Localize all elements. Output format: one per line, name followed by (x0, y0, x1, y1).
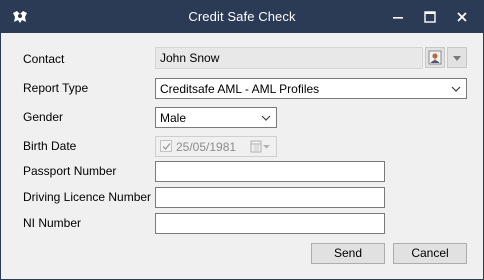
maximize-icon (424, 11, 436, 23)
gender-value: Male (160, 111, 187, 125)
driving-licence-number-label: Driving Licence Number (23, 190, 152, 204)
birth-date-value: 25/05/1981 (176, 140, 237, 154)
calendar-dropdown-icon (250, 140, 270, 153)
passport-number-label: Passport Number (23, 164, 117, 178)
cancel-button[interactable]: Cancel (393, 243, 467, 264)
gender-select[interactable]: Male (155, 107, 277, 128)
chevron-down-icon (451, 86, 461, 92)
contact-lookup-button[interactable] (425, 47, 445, 68)
title-bar[interactable]: Credit Safe Check (1, 1, 483, 33)
maximize-button[interactable] (414, 1, 446, 33)
birth-date-checkbox[interactable] (160, 140, 172, 152)
report-type-select[interactable]: Creditsafe AML - AML Profiles (155, 78, 467, 99)
close-button[interactable] (446, 1, 478, 33)
close-icon (457, 12, 467, 22)
birth-date-picker[interactable]: 25/05/1981 (155, 136, 277, 157)
gender-label: Gender (23, 110, 64, 124)
birth-date-label: Birth Date (23, 139, 77, 153)
minimize-button[interactable] (382, 1, 414, 33)
ni-number-label: NI Number (23, 216, 82, 230)
chevron-down-icon (261, 115, 271, 121)
report-type-value: Creditsafe AML - AML Profiles (160, 82, 320, 96)
passport-number-input[interactable] (155, 161, 385, 182)
driving-licence-number-input[interactable] (155, 187, 385, 208)
minimize-icon (393, 17, 403, 19)
contact-dropdown-button[interactable] (447, 47, 467, 68)
ni-number-input[interactable] (155, 213, 385, 234)
report-type-label: Report Type (23, 81, 89, 95)
contact-card-icon (428, 50, 442, 65)
chevron-down-icon (453, 56, 461, 61)
send-button[interactable]: Send (311, 243, 385, 264)
checkmark-icon (162, 143, 171, 150)
contact-value: John Snow (160, 51, 220, 65)
contact-label: Contact (23, 52, 65, 66)
contact-field[interactable]: John Snow (155, 47, 423, 69)
credit-safe-check-dialog: Credit Safe Check Contact John Snow Repo… (0, 0, 484, 280)
